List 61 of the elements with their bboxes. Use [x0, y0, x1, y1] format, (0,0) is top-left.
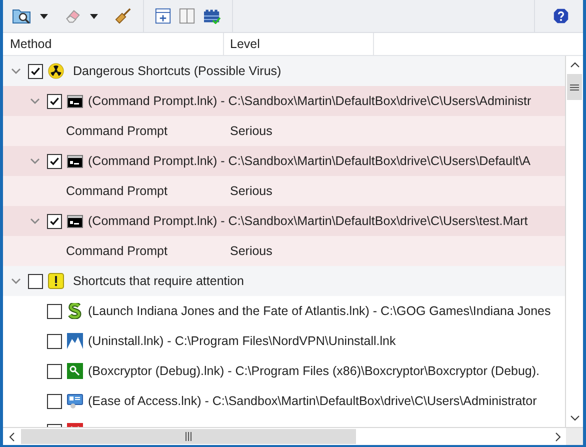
level-cell: Serious — [230, 184, 272, 198]
shortcut-path: (Uninstall.lnk) - C:\Program Files\NordVPN\Uninstall.lnk — [88, 334, 396, 348]
console-icon — [67, 94, 83, 108]
shortcut-path: (Ease of Access.lnk) - C:\Sandbox\Martin\DefaultBox\drive\C\Users\Administrator — [88, 394, 537, 408]
horizontal-scrollbar[interactable] — [3, 427, 583, 445]
checkmark-icon — [49, 216, 60, 226]
console-icon — [67, 154, 83, 168]
level-cell: Serious — [230, 244, 272, 258]
help-icon[interactable] — [553, 8, 569, 24]
column-header[interactable]: Level — [224, 33, 374, 55]
s-logo-icon — [67, 303, 83, 319]
checkbox[interactable] — [47, 364, 62, 378]
scroll-down-icon[interactable] — [570, 415, 580, 421]
chevron-icon[interactable] — [30, 96, 40, 106]
broom-icon[interactable] — [114, 8, 132, 24]
columns-icon[interactable] — [179, 8, 195, 24]
console-icon — [67, 214, 83, 228]
firewall-check-icon[interactable] — [203, 8, 221, 24]
checkbox[interactable] — [47, 334, 62, 348]
shortcut-path: (Command Prompt.lnk) - C:\Sandbox\Martin\DefaultBox\drive\C\Users\Default\A — [88, 154, 531, 168]
checkmark-icon — [49, 156, 60, 166]
checkmark-icon — [30, 66, 41, 76]
method-cell-text: Command Prompt — [65, 244, 168, 258]
radiation-icon — [48, 63, 64, 79]
chevron-icon[interactable] — [11, 276, 21, 286]
grip-icon[interactable] — [570, 84, 579, 90]
shortcut-path: (Launch Indiana Jones and the Fate of Atlantis.lnk) - C:\GOG Games\Indiana Jones — [88, 304, 551, 318]
group-label: Shortcuts that require attention — [73, 274, 244, 288]
mountain-icon — [67, 333, 83, 349]
vertical-scrollbar[interactable] — [565, 56, 583, 427]
chevron-icon[interactable] — [30, 216, 40, 226]
scroll-left-icon[interactable] — [9, 432, 15, 442]
dropdown-arrow-icon[interactable] — [90, 14, 98, 18]
checkbox[interactable] — [28, 64, 43, 78]
shortcut-path: (Boxcryptor (Debug).lnk) - C:\Program Files (x86)\Boxcryptor\Boxcryptor (Debug). — [88, 364, 540, 378]
folder-search-icon[interactable] — [12, 7, 32, 25]
grip-icon[interactable] — [185, 432, 192, 441]
key-icon — [67, 363, 83, 379]
checkmark-icon — [49, 96, 60, 106]
checkbox[interactable] — [47, 94, 62, 108]
checkbox[interactable] — [47, 394, 62, 408]
shortcut-path: (Command Prompt.lnk) - C:\Sandbox\Martin\DefaultBox\drive\C\Users\test.Mart — [88, 214, 528, 228]
checkbox[interactable] — [47, 214, 62, 228]
checkbox[interactable] — [47, 304, 62, 318]
level-cell: Serious — [230, 124, 272, 138]
scroll-right-icon[interactable] — [555, 432, 561, 442]
warning-icon — [48, 273, 64, 289]
shortcut-path: (Command Prompt.lnk) - C:\Sandbox\Martin\DefaultBox\drive\C\Users\Administr — [88, 94, 532, 108]
column-header[interactable]: Method — [3, 33, 224, 55]
scroll-up-icon[interactable] — [570, 62, 580, 68]
chevron-icon[interactable] — [30, 156, 40, 166]
scrollbar-corner — [566, 428, 583, 445]
method-cell-text: Command Prompt — [65, 184, 168, 198]
add-panel-icon[interactable] — [155, 8, 171, 24]
dropdown-arrow-icon[interactable] — [40, 14, 48, 18]
chevron-icon[interactable] — [11, 66, 21, 76]
checkbox[interactable] — [28, 274, 43, 288]
checkbox[interactable] — [47, 154, 62, 168]
group-label: Dangerous Shortcuts (Possible Virus) — [73, 64, 282, 78]
method-cell-text: Command Prompt — [65, 124, 168, 138]
monitor-icon — [67, 393, 83, 409]
